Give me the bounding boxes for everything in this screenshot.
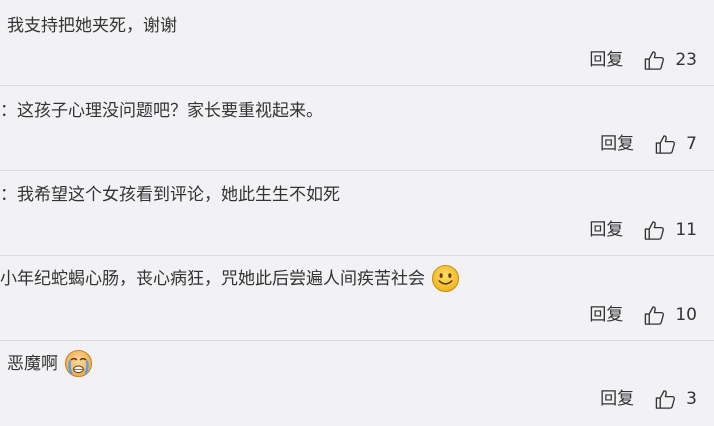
comment-body: 恶魔啊: [7, 353, 58, 374]
comment-text: 小年纪蛇蝎心肠，丧心病狂，咒她此后尝遍人间疾苦社会: [0, 264, 460, 293]
smile-emoji-icon: [432, 264, 460, 293]
comment-item: 小年纪蛇蝎心肠，丧心病狂，咒她此后尝遍人间疾苦社会 回复 10: [0, 256, 714, 341]
reply-button[interactable]: 回复: [589, 47, 623, 73]
reply-button[interactable]: 回复: [600, 131, 634, 157]
comment-actions: 回复 10: [589, 302, 697, 328]
comment-text: 我支持把她夹死，谢谢: [7, 14, 177, 38]
comment-item: ：我希望这个女孩看到评论，她此生生不如死 回复 11: [0, 171, 714, 256]
like-button[interactable]: 23: [643, 47, 697, 73]
thumbs-up-icon: [645, 50, 665, 70]
reply-button[interactable]: 回复: [589, 302, 623, 328]
comment-actions: 回复 7: [600, 131, 697, 157]
like-button[interactable]: 7: [654, 131, 697, 157]
comment-text: ：这孩子心理没问题吧？家长要重视起来。: [0, 99, 323, 123]
comment-item: 我支持把她夹死，谢谢 回复 23: [0, 0, 714, 85]
comment-body: 小年纪蛇蝎心肠，丧心病狂，咒她此后尝遍人间疾苦社会: [0, 268, 425, 289]
like-button[interactable]: 3: [654, 386, 697, 412]
like-count: 3: [686, 389, 697, 409]
comment-actions: 回复 11: [589, 217, 697, 243]
crying-emoji-icon: [65, 349, 93, 378]
comment-item: ：这孩子心理没问题吧？家长要重视起来。 回复 7: [0, 86, 714, 171]
reply-button[interactable]: 回复: [589, 217, 623, 243]
like-count: 11: [675, 220, 697, 240]
comment-text: ：我希望这个女孩看到评论，她此生生不如死: [0, 183, 340, 207]
like-count: 7: [686, 134, 697, 154]
comment-text: 恶魔啊: [7, 349, 93, 378]
comment-body: ：我希望这个女孩看到评论，她此生生不如死: [0, 185, 340, 205]
comment-list: 我支持把她夹死，谢谢 回复 23 ：这孩子心理没问题吧？家长要重视起来。 回复: [0, 0, 714, 409]
thumbs-up-icon: [645, 220, 665, 240]
comment-body: 我支持把她夹死，谢谢: [7, 16, 177, 36]
thumbs-up-icon: [645, 305, 665, 325]
comment-actions: 回复 23: [589, 47, 697, 73]
like-count: 23: [675, 50, 697, 70]
like-count: 10: [675, 305, 697, 325]
like-button[interactable]: 10: [643, 302, 697, 328]
reply-button[interactable]: 回复: [600, 386, 634, 412]
thumbs-up-icon: [655, 389, 676, 409]
thumbs-up-icon: [655, 134, 676, 154]
like-button[interactable]: 11: [643, 217, 697, 243]
comment-item: 恶魔啊 回复 3: [0, 341, 714, 426]
comment-body: ：这孩子心理没问题吧？家长要重视起来。: [0, 101, 323, 121]
comment-actions: 回复 3: [600, 386, 697, 412]
